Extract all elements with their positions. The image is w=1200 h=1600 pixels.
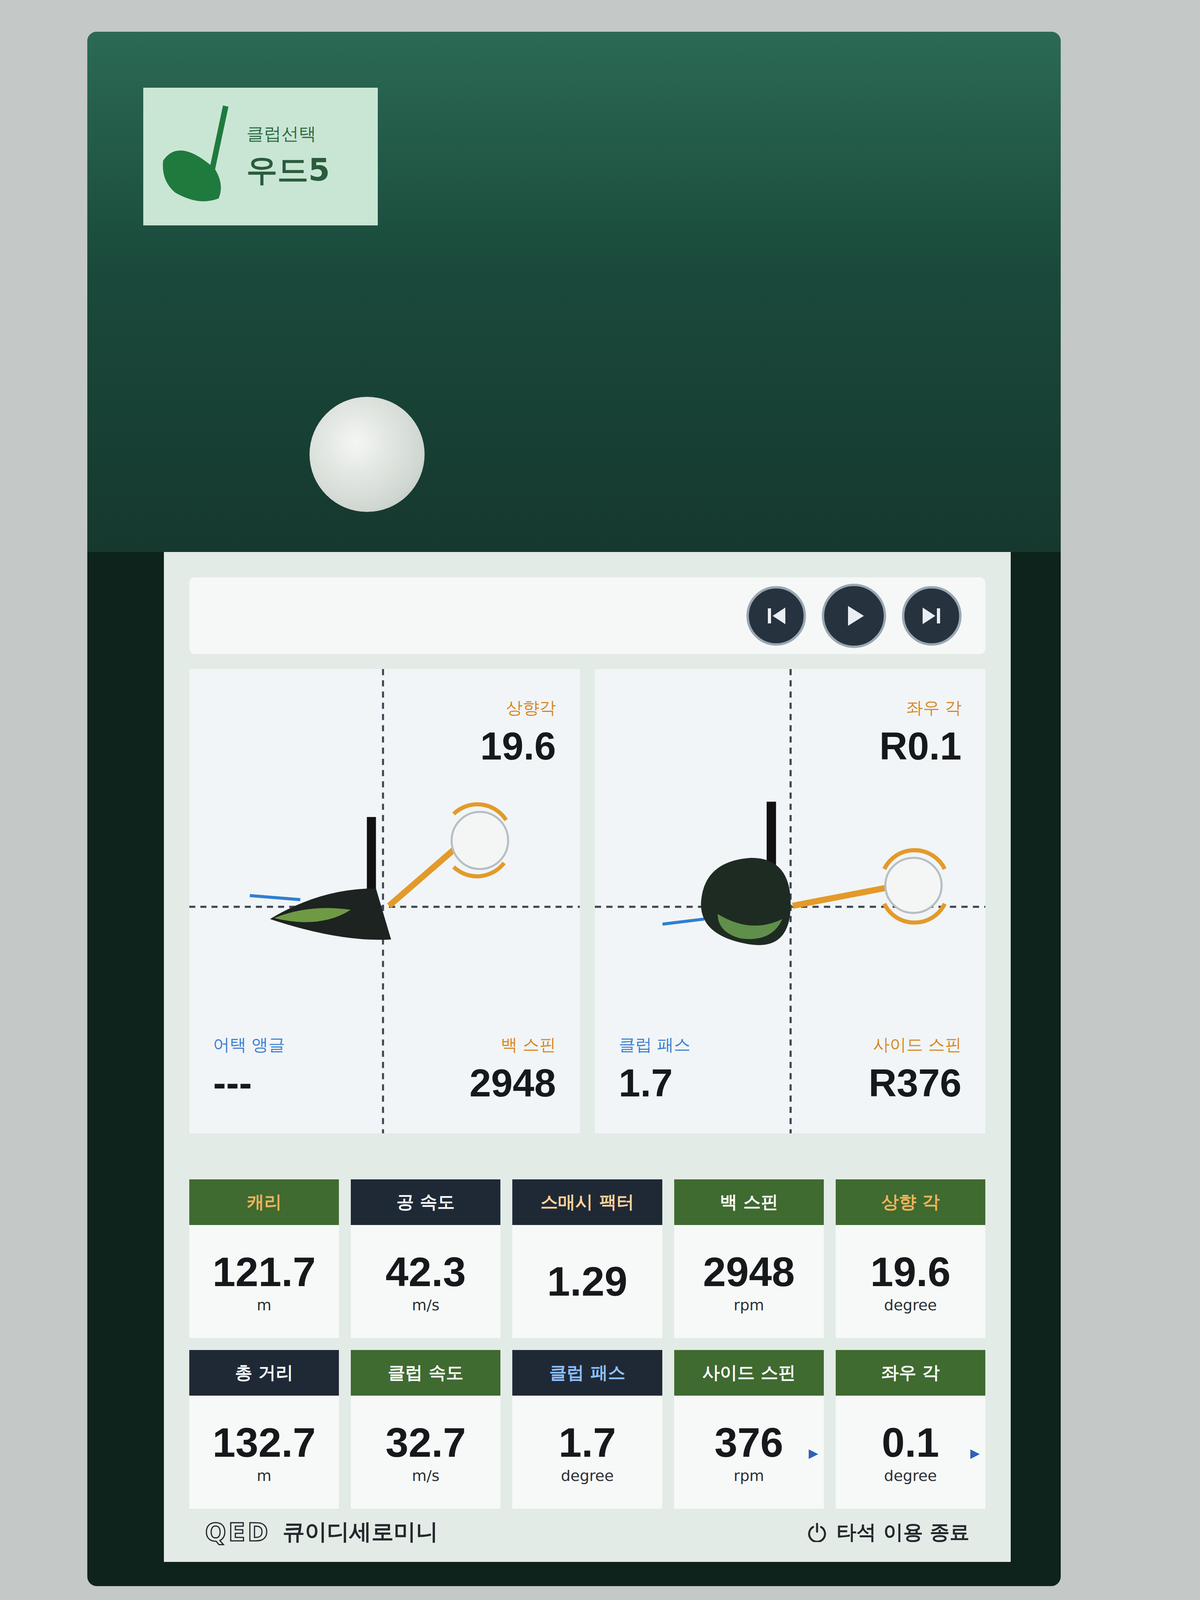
- stat-value: 1.29: [547, 1258, 628, 1304]
- stat-label: 상향 각: [835, 1179, 986, 1225]
- diagram-right-value: 2948: [469, 1060, 556, 1106]
- diagram-right: 백 스핀 2948: [384, 901, 580, 1134]
- stat-unit: degree: [560, 1467, 614, 1485]
- diagram-left-value: 1.7: [618, 1060, 673, 1106]
- next-button[interactable]: [901, 586, 962, 646]
- impact-diagrams: 상향각 19.6 어택 앵글 --- 백 스핀 2948 좌우 각 R0.1 클럽 패스 1.7 사…: [189, 669, 986, 1134]
- shot-stats: 캐리121.7m공 속도42.3m/s스매시 팩터1.29백 스핀2948rpm…: [189, 1179, 986, 1509]
- direction-diagram: 좌우 각 R0.1 클럽 패스 1.7 사이드 스핀 R376: [594, 669, 986, 1134]
- club-select[interactable]: 클럽선택우드5: [143, 87, 378, 226]
- diagram-value: 19.6: [480, 723, 556, 769]
- end-session-label: 타석 이용 종료: [836, 1519, 970, 1546]
- club-select-label: 클럽선택: [246, 122, 330, 146]
- stat-body: 32.7m/s: [350, 1395, 501, 1509]
- stat-body: 121.7m: [189, 1225, 339, 1339]
- diagram-right-value: R376: [868, 1060, 962, 1106]
- diagram-value: R0.1: [879, 723, 962, 769]
- stat-card: 총 거리132.7m: [189, 1350, 339, 1509]
- next-icon: [917, 601, 946, 630]
- prev-button[interactable]: [746, 586, 806, 646]
- stat-body: 1.29: [512, 1225, 662, 1339]
- stat-unit: m/s: [411, 1467, 440, 1485]
- diagram-right-label: 사이드 스핀: [873, 1033, 962, 1056]
- stat-value: 42.3: [385, 1249, 466, 1295]
- stat-label: 스매시 팩터: [512, 1179, 662, 1225]
- stat-body: 19.6degree: [835, 1225, 986, 1339]
- replay-controls: [189, 577, 986, 654]
- wood-club-icon: [155, 101, 235, 213]
- club-texts: 클럽선택우드5: [246, 122, 330, 192]
- stat-body: 0.1degree ▸: [835, 1395, 986, 1509]
- play-icon: [840, 601, 868, 630]
- club-name: 우드5: [246, 149, 330, 192]
- diagram-right: 사이드 스핀 R376: [790, 901, 986, 1134]
- ball-video-frame: [309, 396, 425, 512]
- stat-value: 32.7: [385, 1419, 466, 1466]
- stat-card: 클럽 패스1.7degree: [512, 1350, 662, 1509]
- stat-card: 상향 각19.6degree: [835, 1179, 986, 1339]
- diagram-left: 어택 앵글 ---: [189, 901, 385, 1134]
- stat-value: 376: [714, 1419, 784, 1466]
- power-icon: [807, 1522, 827, 1543]
- stat-unit: m: [256, 1467, 272, 1485]
- stat-label: 클럽 패스: [512, 1350, 662, 1396]
- stat-label: 캐리: [189, 1179, 339, 1225]
- stat-unit: m/s: [411, 1296, 440, 1314]
- launch-angle-diagram: 상향각 19.6 어택 앵글 --- 백 스핀 2948: [189, 669, 580, 1134]
- stat-body: 1.7degree: [512, 1395, 662, 1509]
- stat-body: 132.7m: [189, 1395, 339, 1509]
- stat-card: 좌우 각 0.1degree ▸: [835, 1350, 986, 1509]
- shot-panel: 상향각 19.6 어택 앵글 --- 백 스핀 2948 좌우 각 R0.1 클럽 패스 1.7 사…: [163, 551, 1011, 1562]
- stat-card: 클럽 속도32.7m/s: [350, 1350, 501, 1509]
- stat-body: 42.3m/s: [350, 1225, 501, 1339]
- stat-value: 2948: [703, 1249, 795, 1295]
- direction-arrow: ▸: [808, 1441, 819, 1464]
- brand: QED 큐이디세로미니: [205, 1517, 439, 1548]
- stat-unit: degree: [884, 1467, 937, 1485]
- diagram-left-label: 어택 앵글: [213, 1033, 285, 1056]
- simulator-screen: 클럽선택우드5 상향각 19.6 어택 앵글 --- 백 스핀 2948 좌우 각 R0.1 클럽…: [87, 31, 1061, 1587]
- stat-value: 1.7: [558, 1419, 617, 1466]
- footer: QED 큐이디세로미니 타석 이용 종료: [189, 1510, 986, 1554]
- diagram-title: 상향각: [505, 696, 556, 720]
- stat-label: 총 거리: [189, 1350, 339, 1396]
- stat-label: 공 속도: [350, 1179, 501, 1225]
- diagram-left-label: 클럽 패스: [618, 1033, 691, 1056]
- stat-label: 백 스핀: [674, 1179, 824, 1225]
- stat-card: 사이드 스핀 376rpm ▸: [674, 1350, 824, 1509]
- stat-value: 132.7: [212, 1419, 316, 1466]
- diagram-main: 좌우 각 R0.1: [790, 669, 986, 902]
- stat-value: 121.7: [212, 1249, 316, 1295]
- play-button[interactable]: [821, 583, 887, 649]
- direction-arrow: ▸: [970, 1441, 980, 1464]
- stat-body: 2948rpm: [674, 1225, 824, 1339]
- stat-label: 사이드 스핀: [674, 1350, 824, 1396]
- stat-card: 공 속도42.3m/s: [350, 1179, 501, 1339]
- stat-unit: rpm: [733, 1296, 765, 1314]
- stat-label: 클럽 속도: [350, 1350, 501, 1396]
- stat-card: 백 스핀2948rpm: [674, 1179, 824, 1339]
- stat-value: 0.1: [881, 1419, 940, 1466]
- previous-icon: [762, 601, 791, 630]
- stat-card: 캐리121.7m: [189, 1179, 339, 1339]
- diagram-left: 클럽 패스 1.7: [594, 901, 791, 1134]
- diagram-right-label: 백 스핀: [500, 1033, 556, 1056]
- stat-unit: m: [256, 1296, 272, 1314]
- diagram-title: 좌우 각: [906, 696, 962, 720]
- stat-label: 좌우 각: [835, 1350, 986, 1396]
- brand-name: 큐이디세로미니: [282, 1517, 439, 1548]
- end-session-button[interactable]: 타석 이용 종료: [807, 1519, 970, 1546]
- diagram-main: 상향각 19.6: [384, 669, 580, 902]
- diagram-left-value: ---: [213, 1060, 252, 1106]
- stat-unit: rpm: [733, 1467, 765, 1485]
- shot-video: 클럽선택우드5: [87, 31, 1061, 552]
- stat-body: 376rpm ▸: [674, 1395, 824, 1509]
- brand-logo: QED: [205, 1517, 271, 1547]
- stat-card: 스매시 팩터 1.29: [512, 1179, 662, 1339]
- stat-unit: degree: [884, 1296, 937, 1314]
- stat-value: 19.6: [870, 1249, 951, 1295]
